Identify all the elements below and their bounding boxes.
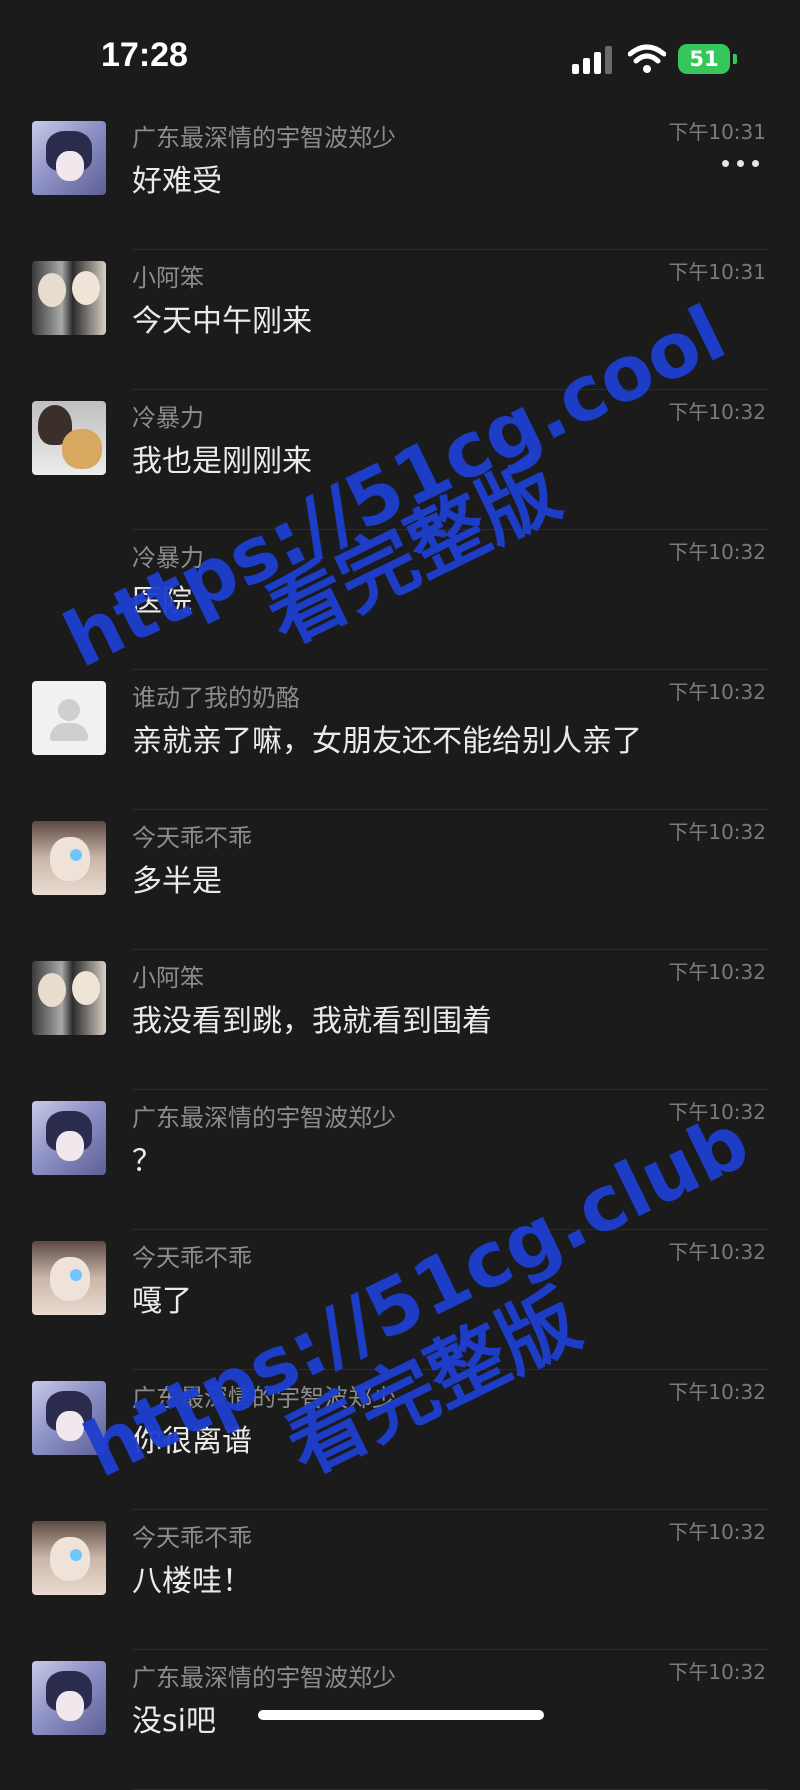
home-indicator[interactable] <box>258 1710 544 1720</box>
sender-name: 广东最深情的宇智波郑少 <box>132 1104 396 1132</box>
sender-name: 小阿笨 <box>132 964 204 992</box>
avatar[interactable] <box>32 261 106 335</box>
status-bar: 17:28 51 <box>0 0 800 110</box>
avatar[interactable] <box>32 121 106 195</box>
wifi-icon <box>628 44 666 73</box>
message-time: 下午10:32 <box>668 960 766 984</box>
message-time: 下午10:32 <box>668 820 766 844</box>
sender-name: 冷暴力 <box>132 404 204 432</box>
message-item[interactable]: 广东最深情的宇智波郑少 下午10:32 没si吧 <box>0 1650 800 1790</box>
message-text: 嘎了 <box>132 1284 192 1319</box>
sender-name: 谁动了我的奶酪 <box>132 684 300 712</box>
message-item[interactable]: 小阿笨 下午10:32 我没看到跳，我就看到围着 <box>0 950 800 1090</box>
message-time: 下午10:32 <box>668 540 766 564</box>
message-time: 下午10:32 <box>668 1660 766 1684</box>
sender-name: 今天乖不乖 <box>132 1244 252 1272</box>
message-item[interactable]: 谁动了我的奶酪 下午10:32 亲就亲了嘛，女朋友还不能给别人亲了 <box>0 670 800 810</box>
battery-cap <box>733 54 737 64</box>
message-text: 今天中午刚来 <box>132 304 312 339</box>
sender-name: 小阿笨 <box>132 264 204 292</box>
message-item[interactable]: 广东最深情的宇智波郑少 下午10:31 好难受 <box>0 110 800 250</box>
message-time: 下午10:32 <box>668 680 766 704</box>
message-text: 多半是 <box>132 864 222 899</box>
message-text: 亲就亲了嘛，女朋友还不能给别人亲了 <box>132 724 642 759</box>
avatar[interactable] <box>32 1101 106 1175</box>
cellular-signal-icon <box>572 46 612 74</box>
message-item[interactable]: 今天乖不乖 下午10:32 八楼哇！ <box>0 1510 800 1650</box>
message-text: 好难受 <box>132 164 222 199</box>
message-time: 下午10:32 <box>668 1240 766 1264</box>
message-time: 下午10:31 <box>668 260 766 284</box>
sender-name: 今天乖不乖 <box>132 824 252 852</box>
sender-name: 广东最深情的宇智波郑少 <box>132 1664 396 1692</box>
message-text: ？ <box>132 1144 162 1179</box>
message-text: 我也是刚刚来 <box>132 444 312 479</box>
message-text: 没si吧 <box>132 1704 216 1739</box>
avatar[interactable] <box>32 1521 106 1595</box>
sender-name: 今天乖不乖 <box>132 1524 252 1552</box>
message-text: 八楼哇！ <box>132 1564 252 1599</box>
avatar[interactable] <box>32 961 106 1035</box>
sender-name: 广东最深情的宇智波郑少 <box>132 124 396 152</box>
avatar[interactable] <box>32 401 106 475</box>
status-time: 17:28 <box>101 36 188 74</box>
battery-level: 51 <box>689 47 719 71</box>
avatar[interactable] <box>32 1661 106 1735</box>
battery-indicator: 51 <box>678 44 730 74</box>
avatar[interactable] <box>32 1241 106 1315</box>
message-time: 下午10:32 <box>668 1520 766 1544</box>
message-time: 下午10:32 <box>668 400 766 424</box>
message-time: 下午10:32 <box>668 1380 766 1404</box>
avatar[interactable] <box>32 821 106 895</box>
message-item[interactable]: 今天乖不乖 下午10:32 多半是 <box>0 810 800 950</box>
avatar[interactable] <box>32 681 106 755</box>
message-time: 下午10:31 <box>668 120 766 144</box>
message-text: 我没看到跳，我就看到围着 <box>132 1004 492 1039</box>
